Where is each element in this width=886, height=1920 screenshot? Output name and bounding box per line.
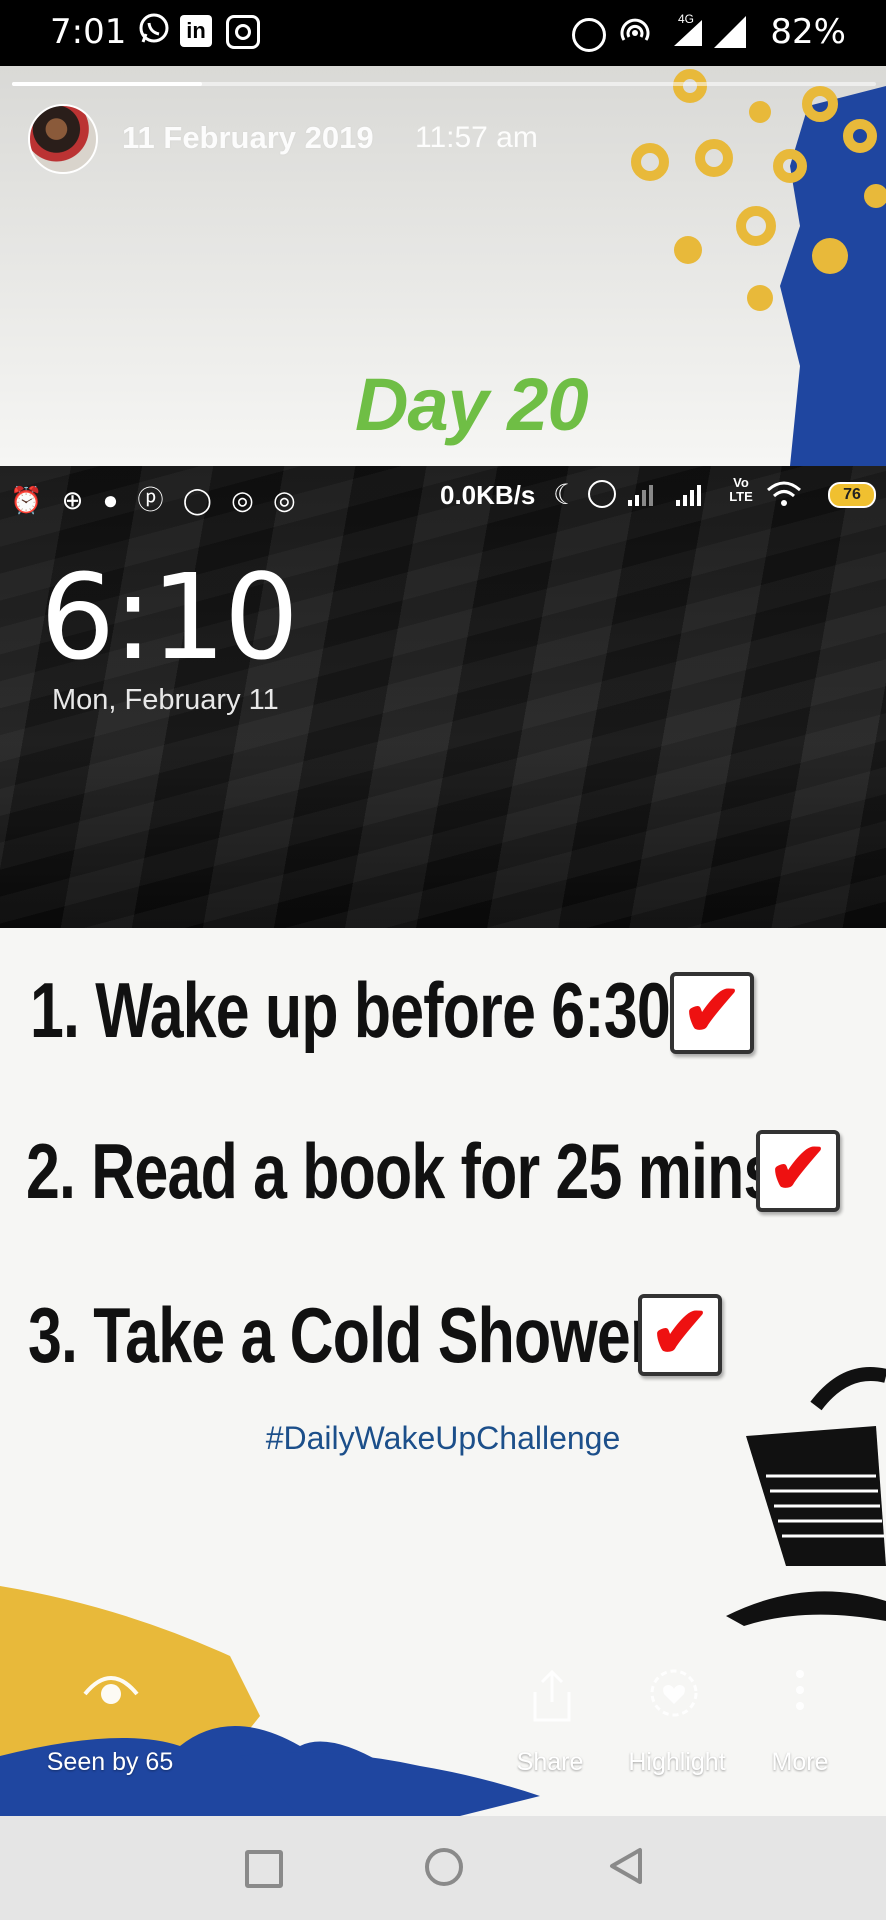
back-button[interactable] xyxy=(608,1846,644,1886)
story-view[interactable] xyxy=(0,66,886,1816)
volte-icon: Vo LTE xyxy=(729,475,753,504)
lockscreen-signal2-icon xyxy=(674,480,714,508)
more-icon[interactable] xyxy=(780,1666,820,1722)
hotspot-icon xyxy=(620,16,650,46)
battery-percent: 82% xyxy=(770,12,846,52)
lockscreen-net-speed: 0.0KB/s xyxy=(440,480,536,510)
hashtag: #DailyWakeUpChallenge xyxy=(265,1420,621,1456)
story-date: 11 February 2019 xyxy=(122,120,374,155)
more-button[interactable]: More xyxy=(756,1748,844,1777)
status-time: 7:01 xyxy=(50,12,127,52)
task-item-2: 2. Read a book for 25 mins xyxy=(26,1127,777,1215)
lockscreen-wifi-icon xyxy=(766,480,802,508)
alarm-icon xyxy=(572,18,606,52)
task-item-1: 1. Wake up before 6:30 xyxy=(30,966,671,1054)
seen-by-button[interactable] xyxy=(56,1666,166,1716)
day-title: Day 20 xyxy=(355,363,589,446)
instagram-icon xyxy=(226,15,260,49)
moon-icon: ☾ xyxy=(553,479,579,510)
linkedin-icon: in xyxy=(180,15,212,47)
home-button[interactable] xyxy=(425,1848,463,1886)
highlight-icon[interactable] xyxy=(646,1666,702,1722)
status-bar: 7:01 in 4G 82% xyxy=(0,0,886,66)
lockscreen-signal1-icon xyxy=(626,480,666,508)
signal-icon xyxy=(712,14,748,50)
share-button[interactable]: Share xyxy=(500,1748,600,1777)
lockscreen-clock: 6:10 xyxy=(40,548,299,686)
task-item-3: 3. Take a Cold Shower xyxy=(28,1291,654,1379)
highlight-button[interactable]: Highlight xyxy=(612,1748,742,1777)
coffee-cup-icon xyxy=(726,1367,886,1626)
lockscreen-date: Mon, February 11 xyxy=(52,684,279,716)
checkbox-checked-icon: ✔ xyxy=(756,1130,840,1212)
story-time: 11:57 am xyxy=(415,121,538,154)
lockscreen-alarm-icon xyxy=(588,480,616,508)
lockscreen-notification-icons: ⏰ ⊕ ● ⓟ ◯ ◎ ◎ xyxy=(10,485,302,515)
story-progress-fill xyxy=(12,82,202,86)
4g-signal-icon: 4G xyxy=(664,12,706,50)
avatar[interactable] xyxy=(28,104,98,174)
share-icon[interactable] xyxy=(520,1668,584,1724)
lockscreen-battery: 76 xyxy=(828,482,876,508)
whatsapp-icon xyxy=(136,12,172,52)
lockscreen-screenshot: ⏰ ⊕ ● ⓟ ◯ ◎ ◎ 0.0KB/s ☾ Vo LTE 76 6:10 M… xyxy=(0,466,886,928)
checkbox-checked-icon: ✔ xyxy=(670,972,754,1054)
eye-icon xyxy=(56,1666,166,1716)
recents-button[interactable] xyxy=(245,1850,283,1888)
network-label: 4G xyxy=(678,12,695,26)
navigation-bar xyxy=(0,1816,886,1920)
checkbox-checked-icon: ✔ xyxy=(638,1294,722,1376)
seen-by-label[interactable]: Seen by 65 xyxy=(30,1748,190,1777)
